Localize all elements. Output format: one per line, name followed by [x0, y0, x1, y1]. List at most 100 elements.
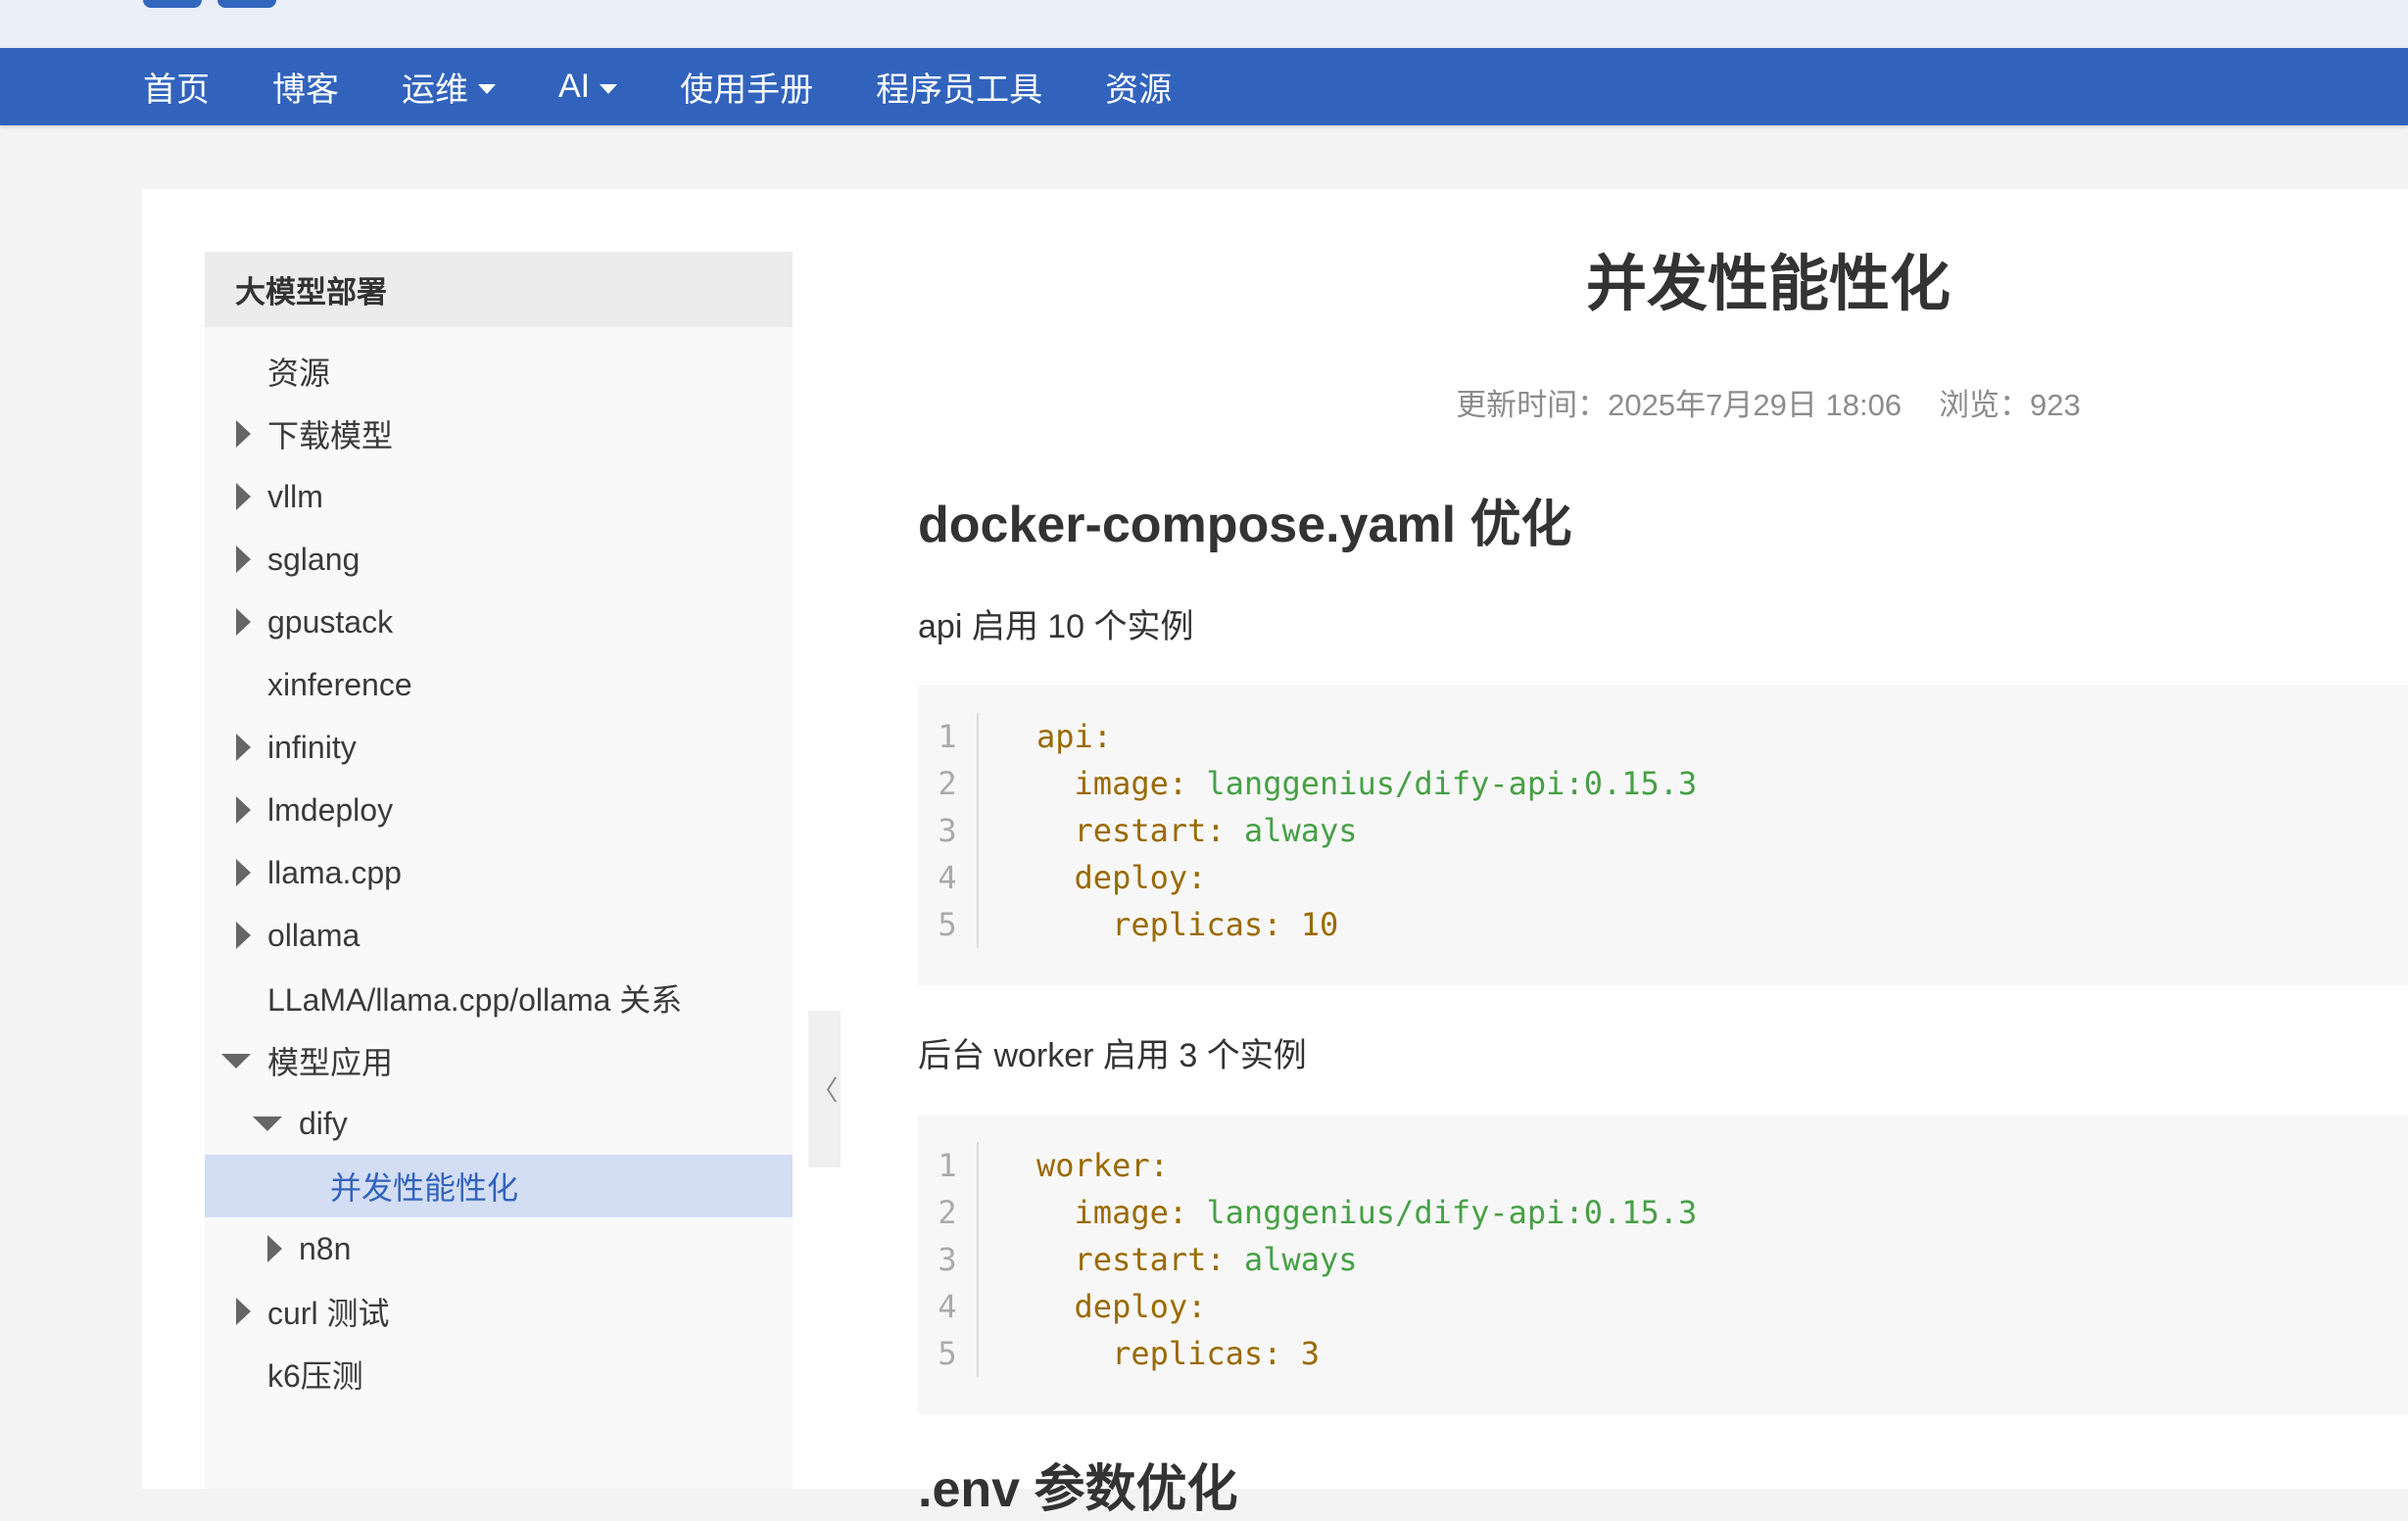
- page-title: 并发性能性化: [1585, 251, 1950, 318]
- sidebar-item[interactable]: lmdeploy: [205, 779, 793, 841]
- yaml-value: langgenius/dify-api:0.15.3: [1187, 765, 1698, 802]
- yaml-key: restart:: [1074, 1241, 1226, 1278]
- triangle-right-icon[interactable]: [236, 922, 251, 949]
- nav-item-label: 首页: [143, 71, 210, 109]
- triangle-right-icon[interactable]: [236, 420, 251, 448]
- nav-menu: 首页 博客 运维 AI 使用手册 程序员工具 资源: [143, 48, 1234, 125]
- code-line: restart: always: [1036, 807, 1697, 854]
- sidebar-item[interactable]: xinference: [205, 653, 793, 716]
- nav-item[interactable]: 使用手册: [680, 63, 813, 111]
- sidebar-item[interactable]: llama.cpp: [205, 841, 793, 904]
- sidebar-item[interactable]: gpustack: [205, 591, 793, 653]
- yaml-key: replicas:: [1112, 906, 1282, 943]
- yaml-key: restart:: [1074, 812, 1226, 849]
- triangle-right-icon[interactable]: [236, 546, 251, 573]
- yaml-value: always: [1225, 1241, 1358, 1278]
- chevron-left-icon: 〈: [810, 1075, 839, 1106]
- yaml-key: replicas:: [1112, 1335, 1282, 1372]
- triangle-right-icon[interactable]: [236, 608, 251, 636]
- sidebar-item[interactable]: sglang: [205, 528, 793, 591]
- triangle-right-icon[interactable]: [236, 1298, 251, 1325]
- code-block[interactable]: 1 2 3 4 5 worker: image: langgenius/dify-api…: [918, 1115, 2408, 1414]
- updated-time: 更新时间：2025年7月29日 18:06: [1456, 388, 1902, 422]
- sidebar-item[interactable]: 资源: [205, 340, 793, 403]
- section-heading: .env 参数优化: [918, 1461, 1238, 1518]
- code-line: deploy:: [1036, 854, 1697, 901]
- sidebar-tree: 资源下载模型 vllm sglang gpustack xinference infini…: [205, 327, 793, 1405]
- sidebar-item-label: LLaMA/llama.cpp/ollama 关系: [267, 982, 683, 1018]
- sidebar-item[interactable]: n8n: [205, 1217, 793, 1280]
- sidebar-item-label: gpustack: [267, 603, 394, 640]
- nav-item[interactable]: AI: [558, 68, 618, 106]
- sidebar-item[interactable]: curl 测试: [205, 1280, 793, 1343]
- sidebar-item[interactable]: k6压测: [205, 1343, 793, 1405]
- triangle-right-icon[interactable]: [236, 859, 251, 886]
- nav-item[interactable]: 程序员工具: [876, 63, 1042, 111]
- triangle-right-icon[interactable]: [267, 1235, 282, 1262]
- code-line: restart: always: [1036, 1236, 1697, 1283]
- article-meta: 更新时间：2025年7月29日 18:06 浏览：923: [862, 380, 2408, 424]
- logo-secondary[interactable]: [217, 0, 276, 8]
- main-navbar: 首页 博客 运维 AI 使用手册 程序员工具 资源: [0, 48, 2408, 125]
- line-number-gutter: 1 2 3 4 5: [918, 1142, 979, 1377]
- nav-item-label: AI: [558, 68, 591, 105]
- sidebar-item-active[interactable]: 并发性能性化: [205, 1155, 793, 1217]
- code-line: deploy:: [1036, 1283, 1697, 1330]
- nav-item-label: 博客: [272, 71, 339, 109]
- triangle-down-icon[interactable]: [221, 1054, 251, 1069]
- code-line: api:: [1036, 713, 1697, 760]
- section-heading: docker-compose.yaml 优化: [918, 497, 1572, 553]
- sidebar-title: 大模型部署: [205, 252, 793, 327]
- yaml-value: always: [1225, 812, 1358, 849]
- sidebar-item-label: curl 测试: [267, 1296, 390, 1331]
- sidebar-item-label: 资源: [267, 356, 331, 391]
- sidebar-item[interactable]: 模型应用: [205, 1029, 793, 1092]
- line-number: 2: [938, 765, 957, 802]
- nav-item-label: 资源: [1105, 71, 1173, 109]
- triangle-right-icon[interactable]: [236, 734, 251, 761]
- sidebar-item[interactable]: LLaMA/llama.cpp/ollama 关系: [205, 967, 793, 1029]
- sidebar-item-label: vllm: [267, 478, 323, 514]
- sidebar-item[interactable]: infinity: [205, 716, 793, 779]
- sidebar-item-label: xinference: [267, 666, 412, 702]
- sidebar-item[interactable]: dify: [205, 1092, 793, 1155]
- triangle-right-icon[interactable]: [236, 796, 251, 824]
- paragraph: 后台 worker 启用 3 个实例: [918, 1037, 1307, 1074]
- nav-item[interactable]: 首页: [143, 63, 210, 111]
- sidebar-item-label: 并发性能性化: [330, 1170, 519, 1206]
- yaml-key: image:: [1074, 1194, 1188, 1231]
- logo[interactable]: [143, 0, 202, 8]
- code-line: replicas: 10: [1036, 901, 1697, 948]
- sidebar-item[interactable]: ollama: [205, 904, 793, 967]
- sidebar-item-label: k6压测: [267, 1358, 363, 1394]
- code-block[interactable]: 1 2 3 4 5 api: image: langgenius/dify-api:0.…: [918, 686, 2408, 985]
- line-number: 4: [938, 859, 957, 896]
- code-line: image: langgenius/dify-api:0.15.3: [1036, 760, 1698, 807]
- sidebar-item[interactable]: vllm: [205, 465, 793, 528]
- yaml-key: deploy:: [1074, 1288, 1207, 1325]
- nav-item[interactable]: 博客: [272, 63, 339, 111]
- code-line: worker:: [1036, 1142, 1697, 1189]
- sidebar-item-label: n8n: [299, 1230, 352, 1266]
- triangle-right-icon[interactable]: [236, 483, 251, 510]
- triangle-down-icon[interactable]: [253, 1117, 282, 1131]
- code-lines: worker: image: langgenius/dify-api:0.15.…: [1036, 1142, 1697, 1377]
- line-number: 1: [938, 718, 957, 755]
- sidebar-collapse-button[interactable]: 〈: [808, 1011, 841, 1167]
- line-number: 1: [938, 1147, 957, 1184]
- code-lines: api: image: langgenius/dify-api:0.15.3 r…: [1036, 713, 1697, 948]
- yaml-key: worker:: [1036, 1147, 1169, 1184]
- yaml-key: image:: [1074, 765, 1188, 802]
- nav-item[interactable]: 资源: [1105, 63, 1172, 111]
- nav-item[interactable]: 运维: [402, 63, 496, 111]
- line-number: 5: [938, 1335, 957, 1372]
- sidebar-item-label: 下载模型: [267, 418, 394, 453]
- sidebar-item[interactable]: 下载模型: [205, 403, 793, 465]
- yaml-key: deploy:: [1074, 859, 1207, 896]
